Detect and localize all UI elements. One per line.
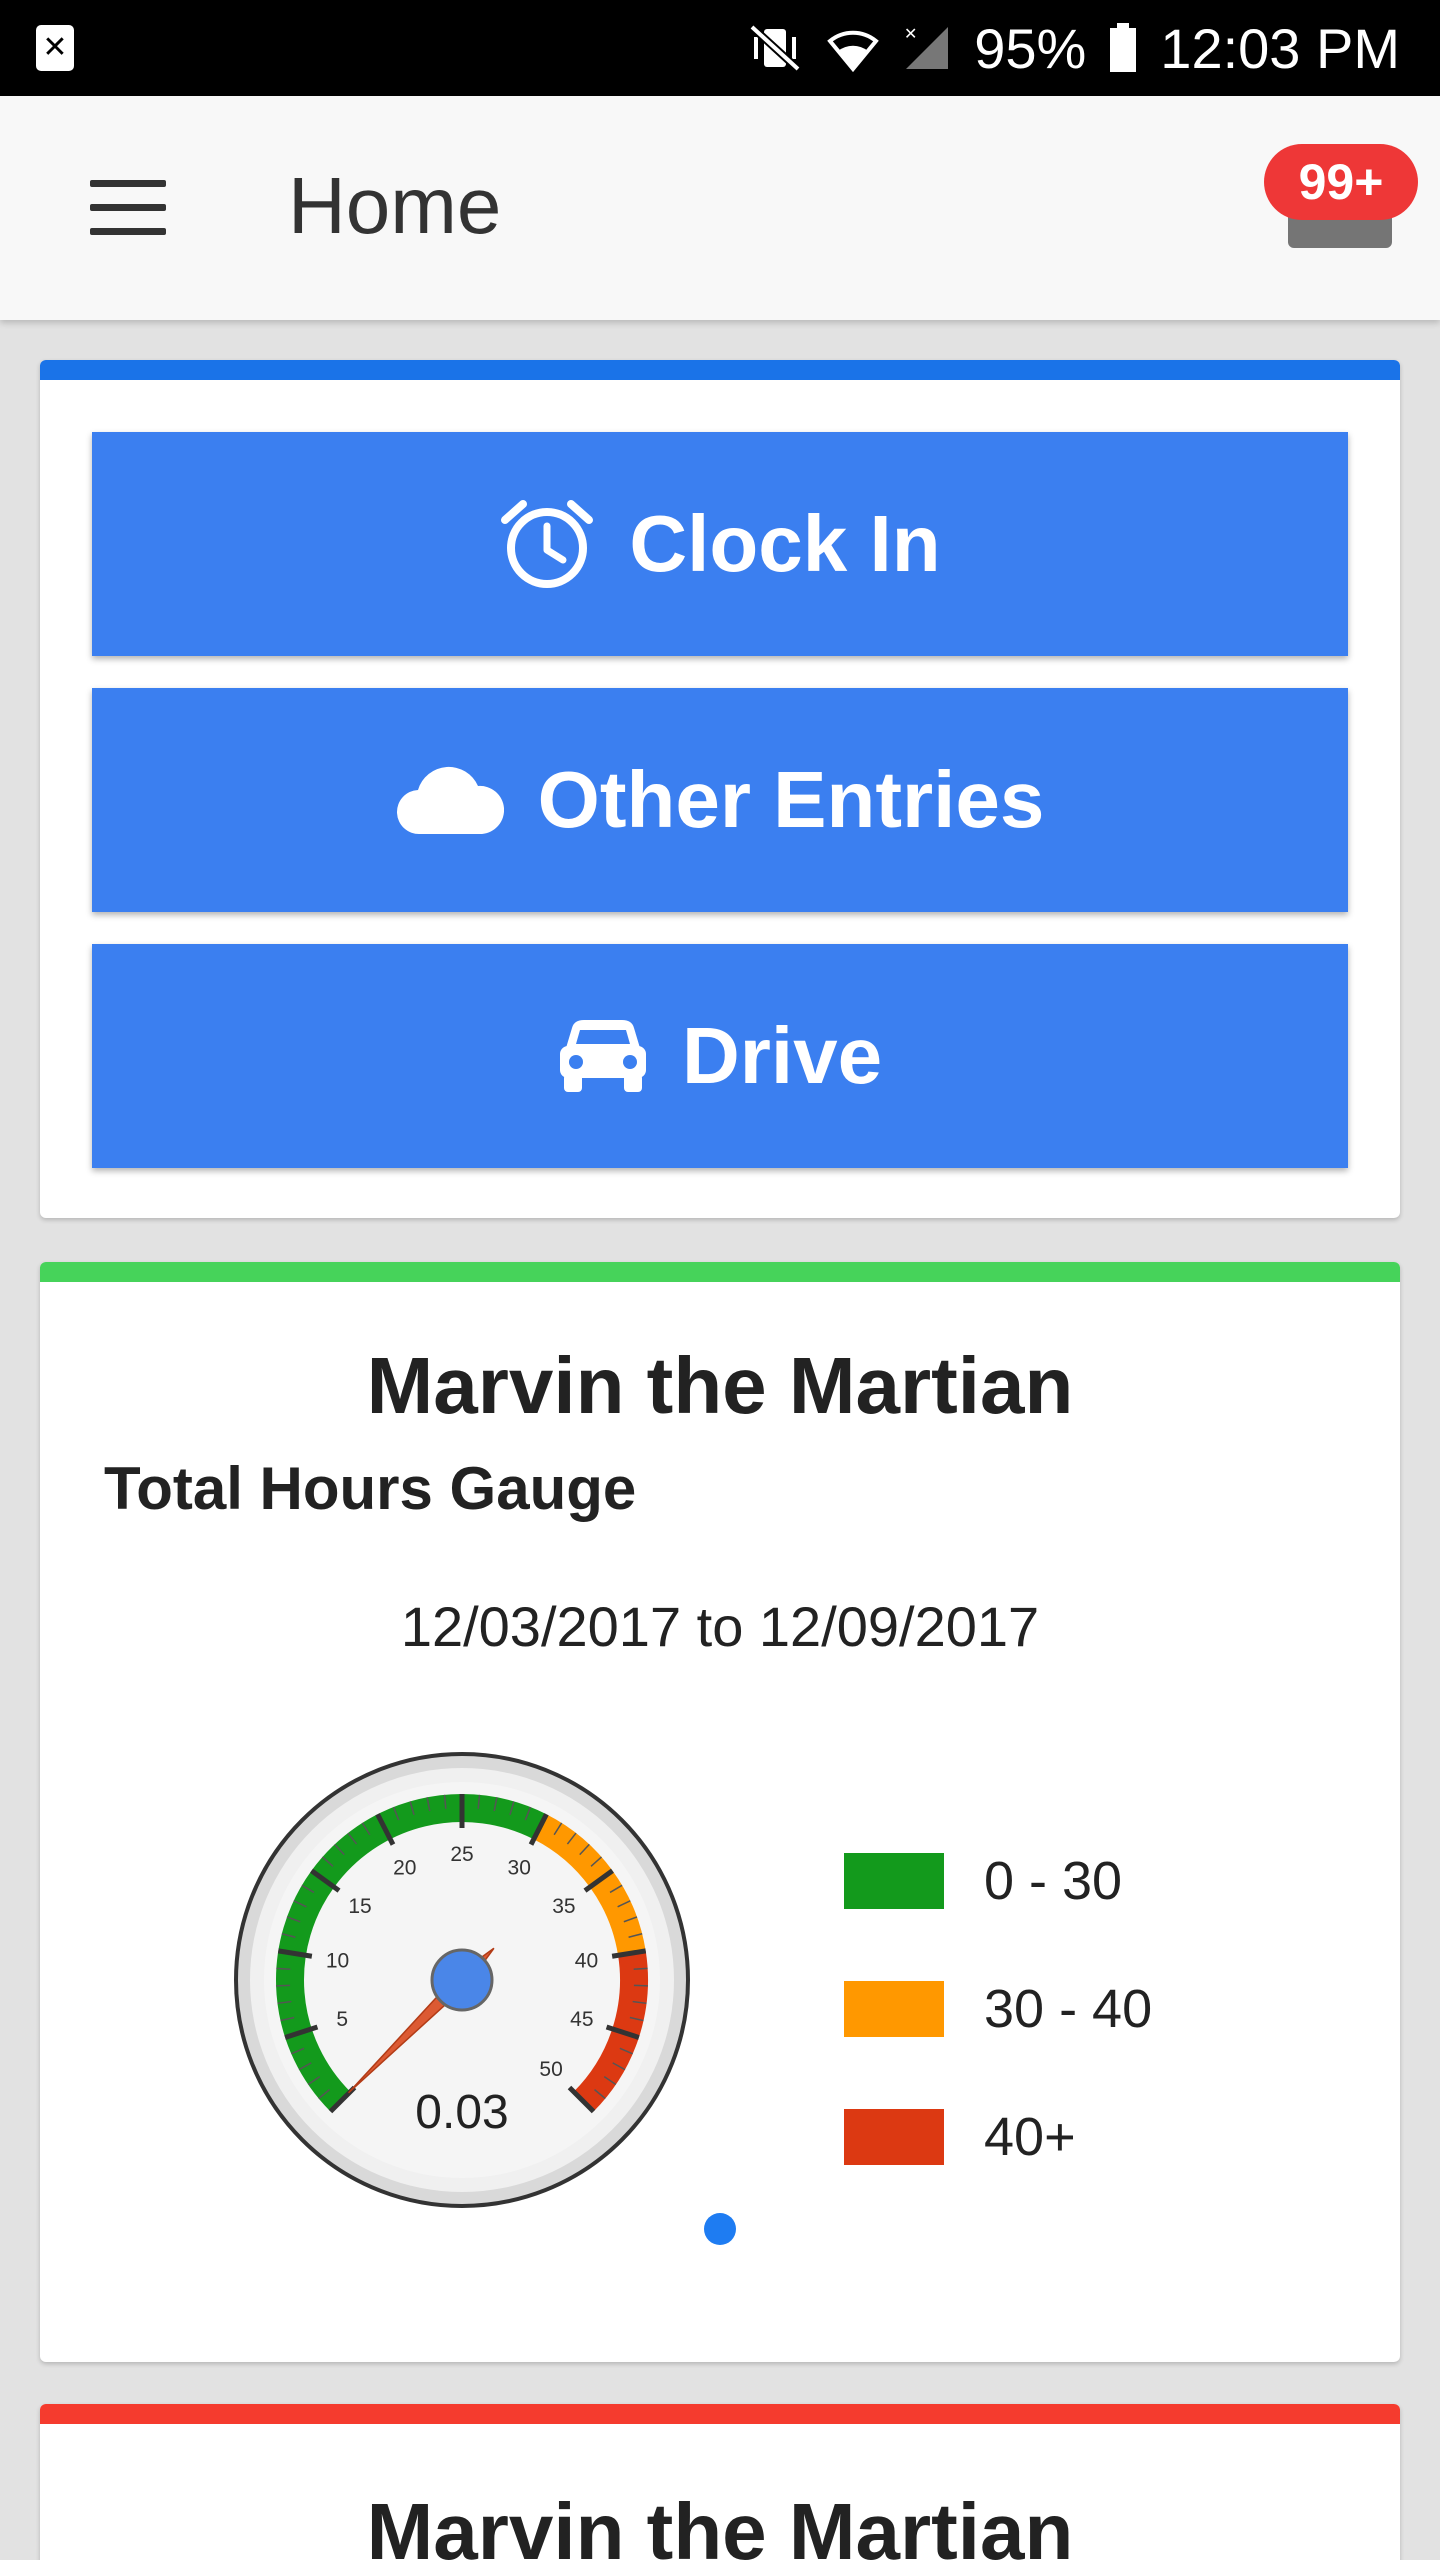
gauge-tick-label: 5 [336,2008,348,2031]
employee-name: Marvin the Martian [366,1341,1074,1430]
legend-label: 40+ [984,2107,1076,2167]
clock-time: 12:03 PM [1160,16,1400,80]
drive-button[interactable]: Drive [92,944,1348,1168]
svg-text:✕: ✕ [904,24,917,43]
gauge-tick-label: 25 [450,1843,473,1866]
legend-item: 0 - 30 [844,1850,1122,1912]
wifi-icon [826,23,880,73]
card-accent-bar [40,2404,1400,2424]
drive-label: Drive [681,1011,883,1100]
clock-in-button[interactable]: Clock In [92,432,1348,656]
employee-name: Marvin the Martian [366,2487,1074,2560]
hours-gauge-card: Marvin the Martian Total Hours Gauge 12/… [40,1262,1400,2362]
gauge-tick-label: 15 [348,1895,371,1918]
legend-item: 30 - 40 [844,1978,1152,2040]
gauge-tick-label: 40 [575,1949,598,1972]
battery-percent: 95% [974,16,1087,80]
gauge-tick-label: 30 [508,1857,531,1880]
gauge-title: Total Hours Gauge [104,1455,637,1522]
gauge-minor-tick [276,1967,291,1970]
notifications-button[interactable]: 99+ [1264,144,1418,254]
gauge-value-label: 0.03 [415,2086,508,2139]
close-notification-icon: ✕ [36,25,74,71]
legend-swatch [844,2109,944,2165]
legend-swatch [844,1981,944,2037]
legend-swatch [844,1853,944,1909]
other-entries-label: Other Entries [537,755,1045,844]
page-title: Home [288,161,502,250]
carousel-page-indicator[interactable] [704,2213,736,2245]
gauge-tick-label: 10 [326,1949,349,1972]
gauge-tick-label: 35 [552,1895,575,1918]
second-employee-card: Marvin the Martian [40,2404,1400,2560]
legend-label: 30 - 40 [984,1979,1153,2039]
total-hours-gauge: 5 10 15 20 25 30 35 40 45 50 0.03 [234,1752,690,2208]
gauge-tick-label: 20 [393,1857,416,1880]
menu-icon[interactable] [90,180,166,236]
status-bar: ✕ ✕ 95% 12:03 PM [0,0,1440,96]
notification-count-badge: 99+ [1264,144,1418,220]
vibrate-icon [746,23,804,73]
other-entries-button[interactable]: Other Entries [92,688,1348,912]
cloud-icon [396,764,504,836]
date-range: 12/03/2017 to 12/09/2017 [400,1595,1040,1658]
gauge-needle-hub [430,1948,494,2012]
gauge-tick-label: 50 [539,2058,562,2081]
card-accent-bar [40,360,1400,380]
legend-label: 0 - 30 [984,1851,1123,1911]
alarm-clock-icon [499,496,595,592]
card-accent-bar [40,1262,1400,1282]
car-icon [558,1018,648,1094]
gauge-tick-label: 45 [570,2008,593,2031]
quick-actions-card: Clock In Other Entries Drive [40,360,1400,1218]
gauge-minor-tick [633,1967,648,1970]
legend-item: 40+ [844,2106,1076,2168]
battery-icon [1108,23,1138,73]
app-bar: Home 99+ [0,96,1440,320]
clock-in-label: Clock In [629,499,941,588]
signal-icon: ✕ [902,23,952,73]
